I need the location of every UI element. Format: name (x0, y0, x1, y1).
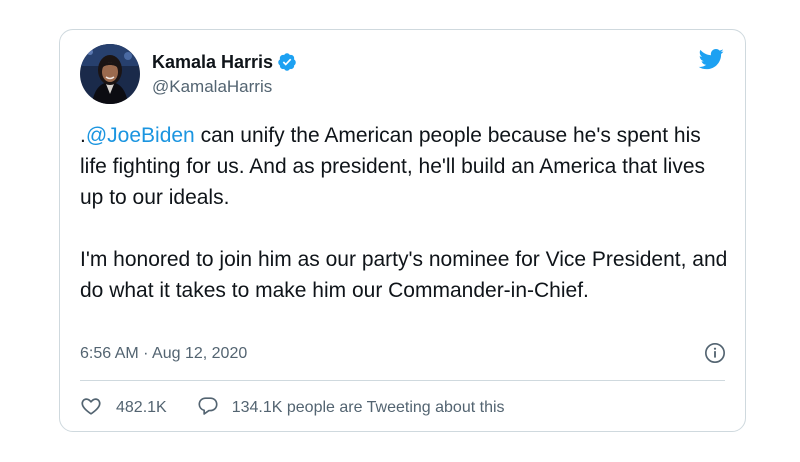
speech-bubble-icon (197, 395, 219, 422)
verified-badge-icon (277, 52, 297, 72)
tweet-paragraph-1: .@JoeBiden can unify the American people… (80, 120, 730, 213)
tweet-text: .@JoeBiden can unify the American people… (80, 120, 730, 306)
like-count: 482.1K (116, 399, 167, 416)
author-handle[interactable]: @KamalaHarris (152, 77, 297, 97)
heart-icon (80, 395, 102, 422)
conversation-count-text: 134.1K people are Tweeting about this (231, 399, 505, 416)
tweet-actions: 482.1K 134.1K people are Tweeting about … (80, 396, 505, 420)
tweet-header: Kamala Harris @KamalaHarris (80, 44, 726, 104)
like-button[interactable]: 482.1K (80, 395, 167, 422)
display-name-row: Kamala Harris (152, 50, 297, 74)
mention-link[interactable]: @JoeBiden (86, 124, 195, 147)
divider (80, 380, 725, 381)
avatar-photo (80, 44, 140, 104)
author-avatar[interactable] (80, 44, 140, 104)
twitter-bird-icon[interactable] (696, 46, 726, 72)
author-display-name[interactable]: Kamala Harris (152, 52, 273, 73)
tweet-timestamp[interactable]: 6:56 AM · Aug 12, 2020 (80, 345, 247, 363)
author-names: Kamala Harris @KamalaHarris (152, 50, 297, 97)
info-icon[interactable] (704, 342, 726, 364)
tweet-paragraph-2: I'm honored to join him as our party's n… (80, 248, 728, 302)
tweet-card[interactable]: Kamala Harris @KamalaHarris .@JoeBiden c… (59, 29, 746, 432)
conversation-button[interactable]: 134.1K people are Tweeting about this (197, 395, 505, 422)
